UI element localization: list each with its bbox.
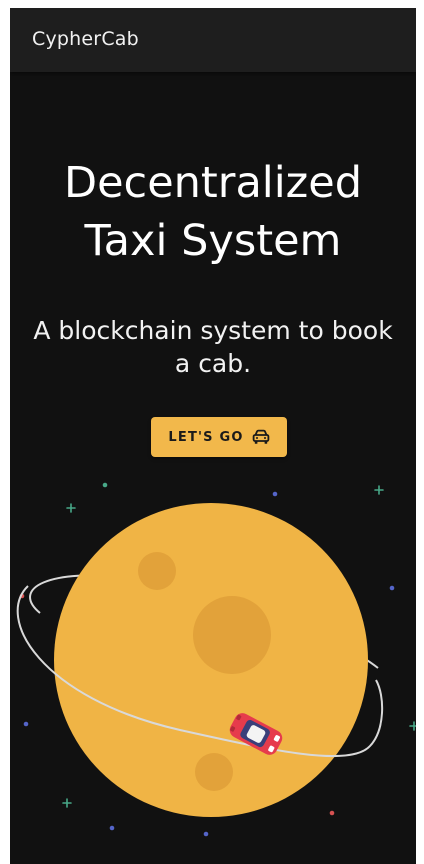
lets-go-label: LET'S GO bbox=[168, 429, 244, 445]
hero-title-line-1: Decentralized bbox=[63, 158, 363, 208]
app-title: CypherCab bbox=[32, 28, 139, 50]
hero-subtitle-line-1: A blockchain system to book bbox=[33, 316, 393, 345]
hero-title: Decentralized Taxi System bbox=[10, 154, 416, 270]
hero-subtitle: A blockchain system to book a cab. bbox=[10, 314, 416, 380]
planet-icon bbox=[54, 503, 368, 817]
car-icon bbox=[252, 429, 270, 445]
hero-title-line-2: Taxi System bbox=[84, 216, 342, 266]
hero-subtitle-line-2: a cab. bbox=[174, 349, 252, 378]
lets-go-button[interactable]: LET'S GO bbox=[151, 417, 287, 457]
app-screen: CypherCab Decentralized Taxi System A bl… bbox=[10, 8, 416, 864]
app-bar: CypherCab bbox=[10, 8, 416, 72]
planet-illustration bbox=[10, 468, 416, 864]
